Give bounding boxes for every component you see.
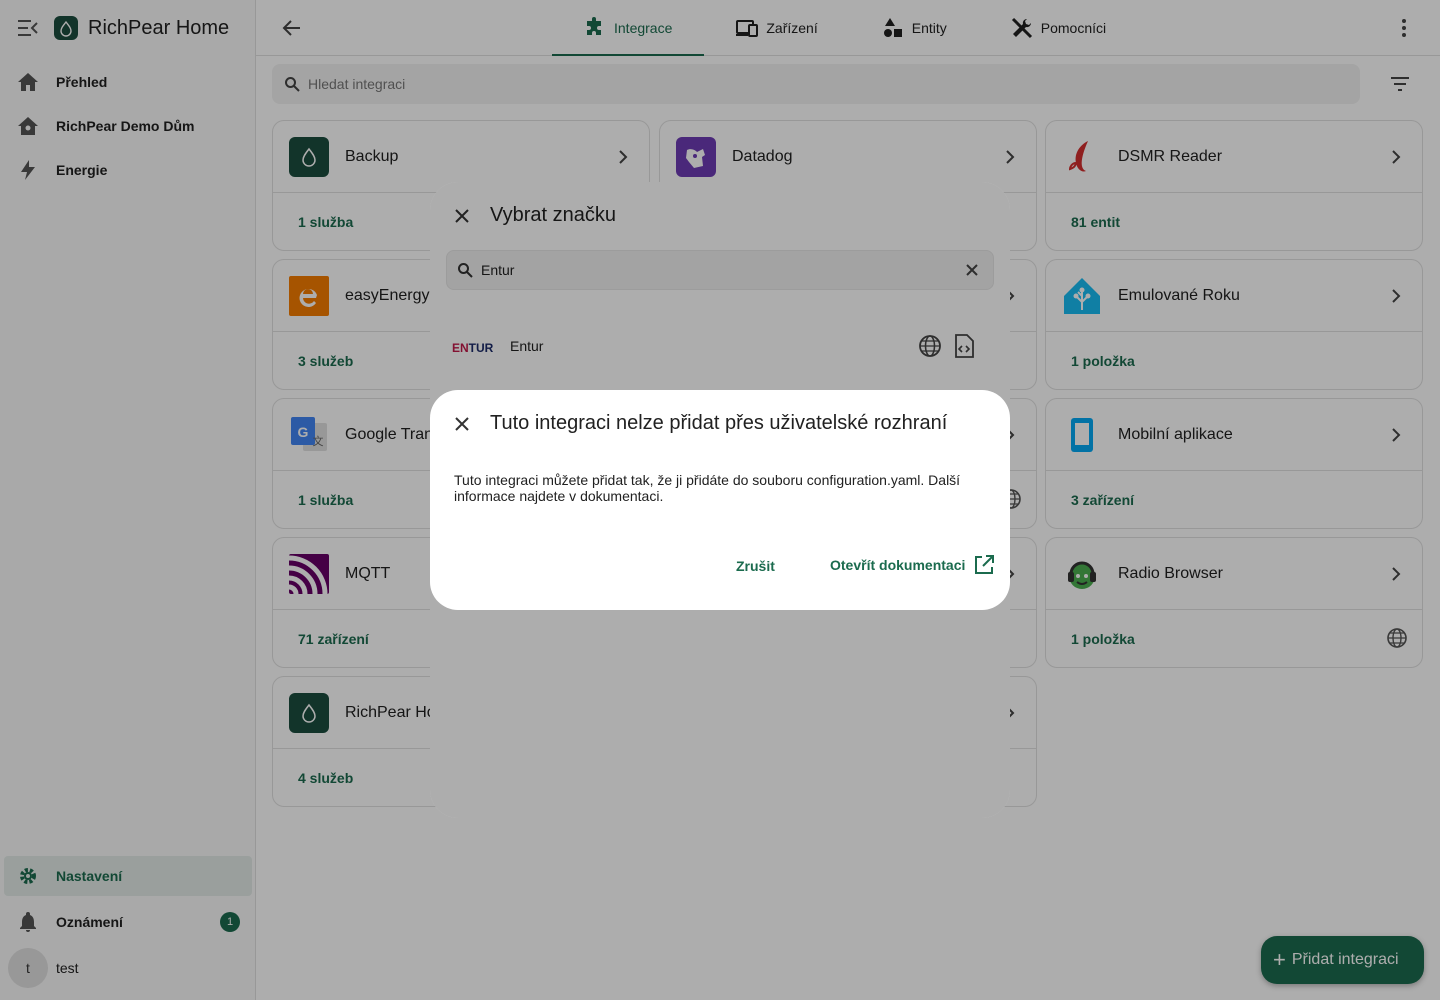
open-in-new-icon [973,554,995,576]
close-icon[interactable] [452,414,472,434]
dialog-body: Tuto integraci můžete přidat tak, že ji … [454,472,961,504]
dialog-title: Tuto integraci nelze přidat přes uživate… [490,412,948,434]
cancel-button[interactable]: Zrušit [736,558,775,574]
cannot-add-integration-dialog: Tuto integraci nelze přidat přes uživate… [430,390,1010,610]
open-docs-label: Otevřít dokumentaci [830,557,966,573]
open-docs-button[interactable]: Otevřít dokumentaci [830,554,995,576]
